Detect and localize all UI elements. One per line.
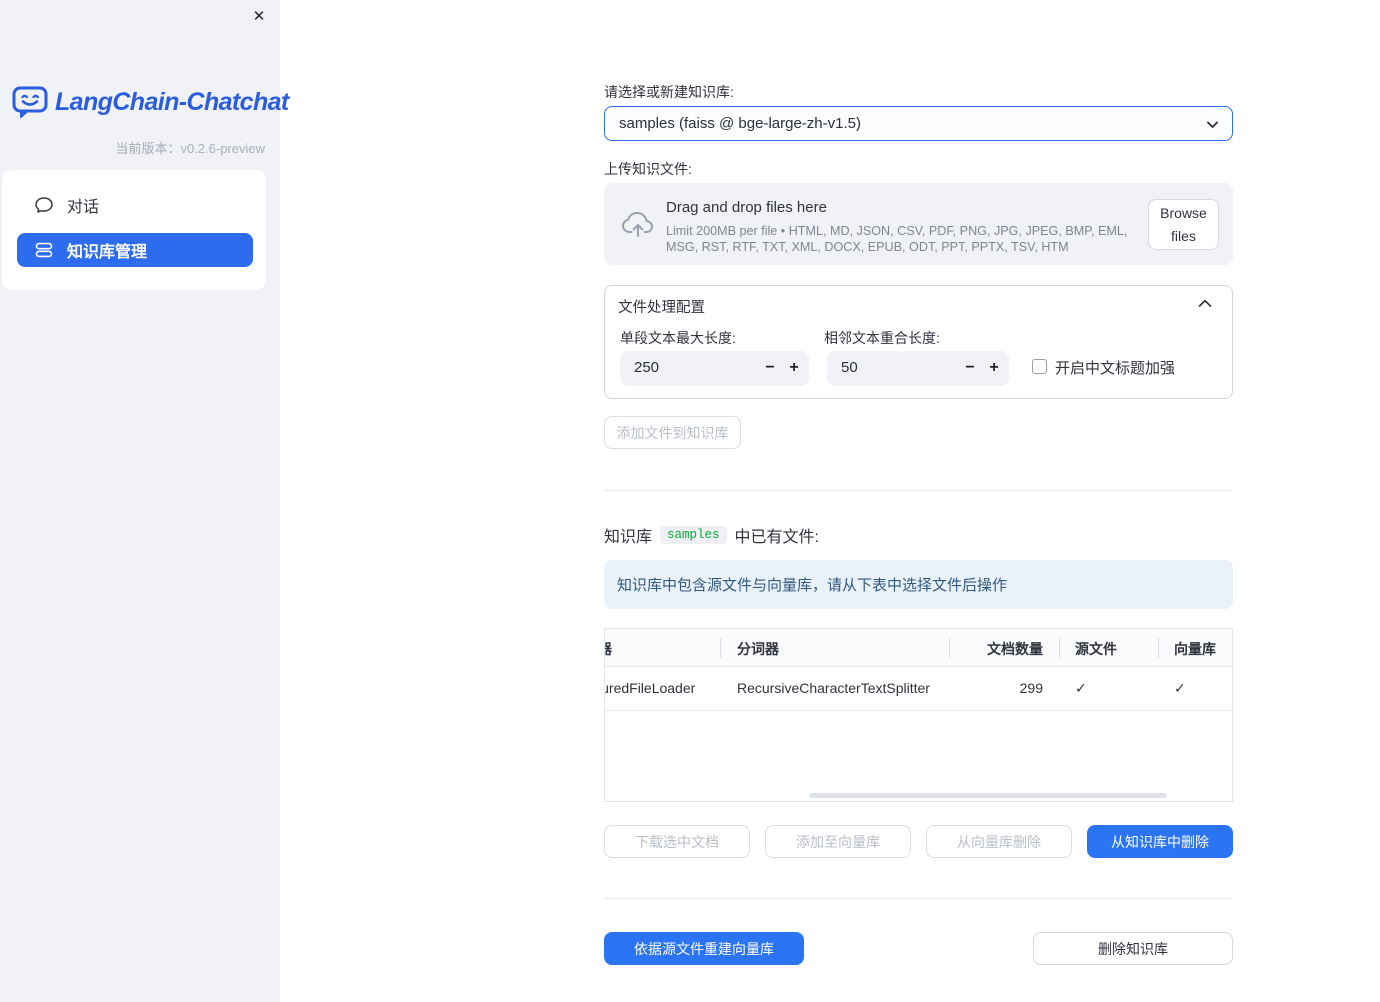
- heading-prefix: 知识库: [604, 529, 653, 546]
- sidebar-item-dialogue[interactable]: 对话: [17, 187, 253, 223]
- overlap-value: 50: [841, 359, 858, 376]
- logo-wordmark: LangChain-Chatchat: [55, 88, 289, 116]
- app-window: ✕ LangChain-Chatchat 当前版本：v0.2.6-preview: [0, 0, 1380, 1002]
- info-banner-text: 知识库中包含源文件与向量库，请从下表中选择文件后操作: [617, 577, 1008, 594]
- heading-suffix: 中已有文件:: [734, 529, 819, 546]
- sidebar-item-knowledge-base[interactable]: 知识库管理: [17, 233, 253, 267]
- sidebar-item-label: 知识库管理: [67, 244, 148, 261]
- divider: [604, 898, 1233, 899]
- version-label: 当前版本：: [115, 141, 181, 156]
- zh-title-enhance-label: 开启中文标题加强: [1055, 360, 1176, 377]
- chevron-up-icon[interactable]: [1198, 299, 1212, 308]
- expander-title[interactable]: 文件处理配置: [618, 296, 705, 317]
- overlap-minus-button[interactable]: −: [957, 351, 983, 386]
- delete-from-kb-button[interactable]: 从知识库中删除: [1087, 825, 1233, 858]
- overlap-label: 相邻文本重合长度:: [824, 330, 940, 346]
- stacked-bars-icon: [34, 240, 54, 260]
- uploader-label: 上传知识文件:: [604, 161, 692, 177]
- table-row[interactable]: UnstructuredFileLoader RecursiveCharacte…: [605, 667, 1232, 711]
- delete-from-vector-store-button[interactable]: 从向量库删除: [926, 825, 1072, 858]
- kb-selectbox[interactable]: samples (faiss @ bge-large-zh-v1.5): [604, 106, 1233, 141]
- chunk-size-value: 250: [634, 359, 660, 376]
- chat-bubble-icon: [34, 195, 54, 215]
- column-separator: [720, 638, 721, 658]
- file-config-expander: 文件处理配置 单段文本最大长度: 相邻文本重合长度: 250 − + 50 − …: [604, 285, 1233, 399]
- divider: [604, 490, 1233, 491]
- delete-kb-button[interactable]: 删除知识库: [1033, 932, 1233, 965]
- version-value: v0.2.6-preview: [180, 141, 265, 156]
- kb-files-heading: 知识库 samples 中已有文件:: [604, 523, 819, 547]
- cell-vector-store-check: ✓: [1174, 680, 1186, 696]
- column-header-doc-count[interactable]: 文档数量: [949, 639, 1043, 659]
- sidebar-close-icon[interactable]: ✕: [249, 7, 269, 27]
- column-header-vector-store[interactable]: 向量库: [1174, 639, 1216, 659]
- download-selected-button[interactable]: 下载选中文档: [604, 825, 750, 858]
- chunk-size-input[interactable]: 250 − +: [620, 351, 809, 386]
- file-dropzone[interactable]: Drag and drop files here Limit 200MB per…: [604, 183, 1233, 265]
- chunk-size-plus-button[interactable]: +: [781, 351, 807, 386]
- dropzone-limit-text: Limit 200MB per file • HTML, MD, JSON, C…: [666, 224, 1128, 255]
- kb-select-label: 请选择或新建知识库:: [604, 84, 734, 100]
- sidebar: ✕ LangChain-Chatchat 当前版本：v0.2.6-preview: [0, 0, 289, 1002]
- browse-files-button[interactable]: Browse files: [1148, 199, 1219, 250]
- overlap-plus-button[interactable]: +: [981, 351, 1007, 386]
- column-separator: [1059, 638, 1060, 658]
- cell-source-file-check: ✓: [1075, 680, 1087, 696]
- chevron-down-icon: [1205, 117, 1220, 132]
- kb-name-code: samples: [660, 526, 727, 544]
- kb-selectbox-value: samples (faiss @ bge-large-zh-v1.5): [619, 115, 861, 132]
- add-files-to-kb-button[interactable]: 添加文件到知识库: [604, 416, 741, 449]
- version-line: 当前版本：v0.2.6-preview: [115, 138, 265, 157]
- column-header-source-file[interactable]: 源文件: [1075, 639, 1117, 659]
- column-header-splitter[interactable]: 分词器: [737, 639, 779, 659]
- table-header-row: 文档加载器 分词器 文档数量 源文件 向量库: [605, 629, 1232, 667]
- sidebar-menu: 对话 知识库管理: [2, 170, 266, 290]
- add-to-vector-store-button[interactable]: 添加至向量库: [765, 825, 911, 858]
- sidebar-item-label: 对话: [67, 199, 100, 216]
- cell-loader: UnstructuredFileLoader: [605, 680, 696, 696]
- cell-splitter: RecursiveCharacterTextSplitter: [737, 680, 930, 696]
- dropzone-title: Drag and drop files here: [666, 199, 827, 216]
- rebuild-vector-store-button[interactable]: 依据源文件重建向量库: [604, 932, 804, 965]
- column-separator: [1158, 638, 1159, 658]
- chunk-size-minus-button[interactable]: −: [757, 351, 783, 386]
- table-horizontal-scrollbar[interactable]: [809, 793, 1167, 798]
- info-banner: 知识库中包含源文件与向量库，请从下表中选择文件后操作: [604, 560, 1233, 609]
- cell-doc-count: 299: [1019, 680, 1043, 696]
- overlap-input[interactable]: 50 − +: [827, 351, 1009, 386]
- zh-title-enhance-checkbox[interactable]: [1032, 359, 1047, 374]
- chunk-size-label: 单段文本最大长度:: [620, 330, 736, 346]
- kb-files-table: 文档加载器 分词器 文档数量 源文件 向量库 UnstructuredFileL…: [604, 628, 1233, 802]
- column-header-loader[interactable]: 文档加载器: [605, 639, 717, 659]
- app-logo: LangChain-Chatchat: [12, 86, 289, 119]
- upload-cloud-icon: [620, 209, 656, 240]
- logo-smiley-bubble-icon: [12, 86, 48, 119]
